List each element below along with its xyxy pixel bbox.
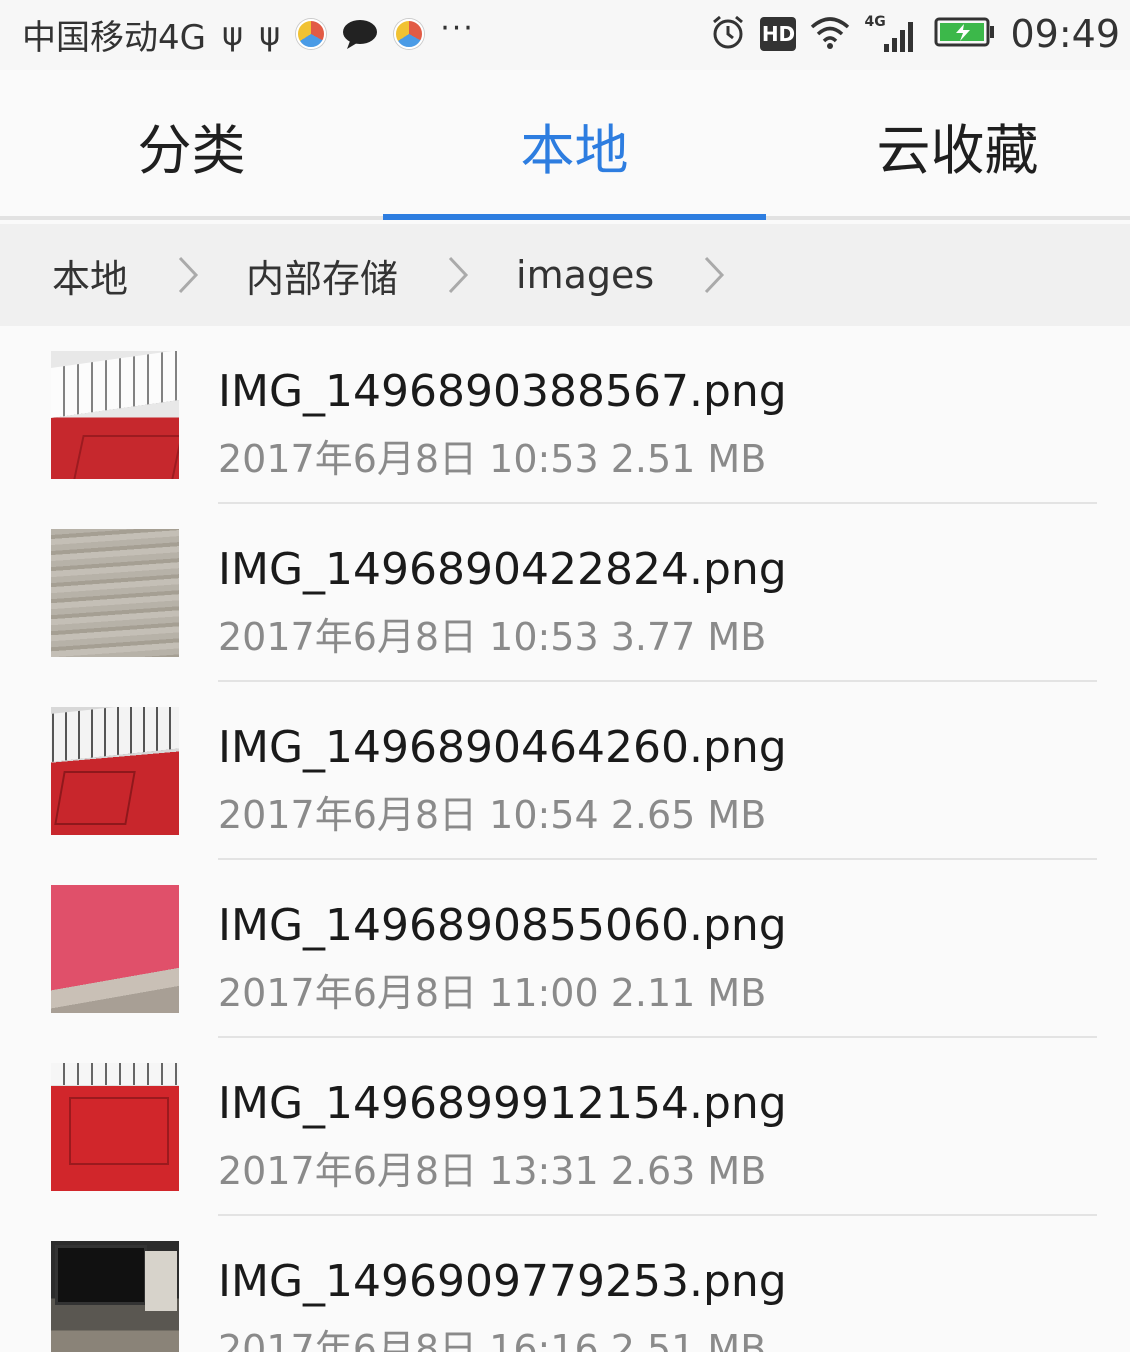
file-meta: 2017年6月8日 10:54 2.65 MB <box>218 793 767 837</box>
app-notification-icon-2 <box>394 19 425 49</box>
file-meta: 2017年6月8日 10:53 3.77 MB <box>218 615 767 659</box>
chevron-right-icon <box>158 245 218 305</box>
breadcrumb-item-local[interactable]: 本地 <box>52 248 128 303</box>
file-meta: 2017年6月8日 13:31 2.63 MB <box>218 1149 767 1193</box>
file-name: IMG_1496890855060.png <box>218 900 787 951</box>
file-row[interactable]: IMG_1496890388567.png 2017年6月8日 10:53 2.… <box>0 326 1130 504</box>
file-list: IMG_1496890388567.png 2017年6月8日 10:53 2.… <box>0 326 1130 1352</box>
chevron-right-icon <box>684 245 744 305</box>
file-meta: 2017年6月8日 11:00 2.11 MB <box>218 971 767 1015</box>
tab-cloud-favorites[interactable]: 云收藏 <box>766 70 1130 220</box>
more-notifications-icon: ··· <box>440 11 475 46</box>
hd-icon: HD <box>760 17 797 51</box>
chevron-right-icon <box>428 245 488 305</box>
file-name: IMG_1496909779253.png <box>218 1256 787 1307</box>
image-thumbnail <box>51 1241 179 1352</box>
battery-icon <box>934 16 996 52</box>
image-thumbnail <box>51 351 179 479</box>
file-row[interactable]: IMG_1496899912154.png 2017年6月8日 13:31 2.… <box>0 1038 1130 1216</box>
file-meta: 2017年6月8日 10:53 2.51 MB <box>218 437 767 481</box>
chat-bubble-icon <box>342 19 378 49</box>
breadcrumb-item-images[interactable]: images <box>516 253 654 297</box>
tab-local[interactable]: 本地 <box>383 70 766 220</box>
carrier-label: 中国移动4G <box>22 17 206 58</box>
image-thumbnail <box>51 1063 179 1191</box>
file-meta: 2017年6月8日 16:16 2.51 MB <box>218 1327 767 1352</box>
file-row[interactable]: IMG_1496890464260.png 2017年6月8日 10:54 2.… <box>0 682 1130 860</box>
usb-debug-icon: ψ <box>259 15 281 53</box>
file-row[interactable]: IMG_1496890422824.png 2017年6月8日 10:53 3.… <box>0 504 1130 682</box>
status-bar: 中国移动4G ψ ψ ··· HD 4G 09:49 <box>0 0 1130 70</box>
file-name: IMG_1496890422824.png <box>218 544 787 595</box>
image-thumbnail <box>51 885 179 1013</box>
file-name: IMG_1496890388567.png <box>218 366 787 417</box>
status-time: 09:49 <box>1010 12 1120 56</box>
file-name: IMG_1496890464260.png <box>218 722 787 773</box>
tab-categories[interactable]: 分类 <box>0 70 383 220</box>
image-thumbnail <box>51 707 179 835</box>
active-tab-indicator <box>383 214 766 220</box>
tab-bar: 分类 本地 云收藏 <box>0 70 1130 220</box>
file-row[interactable]: IMG_1496909779253.png 2017年6月8日 16:16 2.… <box>0 1216 1130 1352</box>
file-name: IMG_1496899912154.png <box>218 1078 787 1129</box>
alarm-icon <box>710 14 746 54</box>
file-row[interactable]: IMG_1496890855060.png 2017年6月8日 11:00 2.… <box>0 860 1130 1038</box>
signal-icon: 4G <box>864 14 920 54</box>
usb-icon: ψ <box>221 15 244 53</box>
app-notification-icon <box>296 19 327 49</box>
breadcrumb: 本地 内部存储 images <box>0 224 1130 326</box>
wifi-icon <box>810 15 850 53</box>
image-thumbnail <box>51 529 179 657</box>
breadcrumb-item-internal-storage[interactable]: 内部存储 <box>246 248 398 303</box>
